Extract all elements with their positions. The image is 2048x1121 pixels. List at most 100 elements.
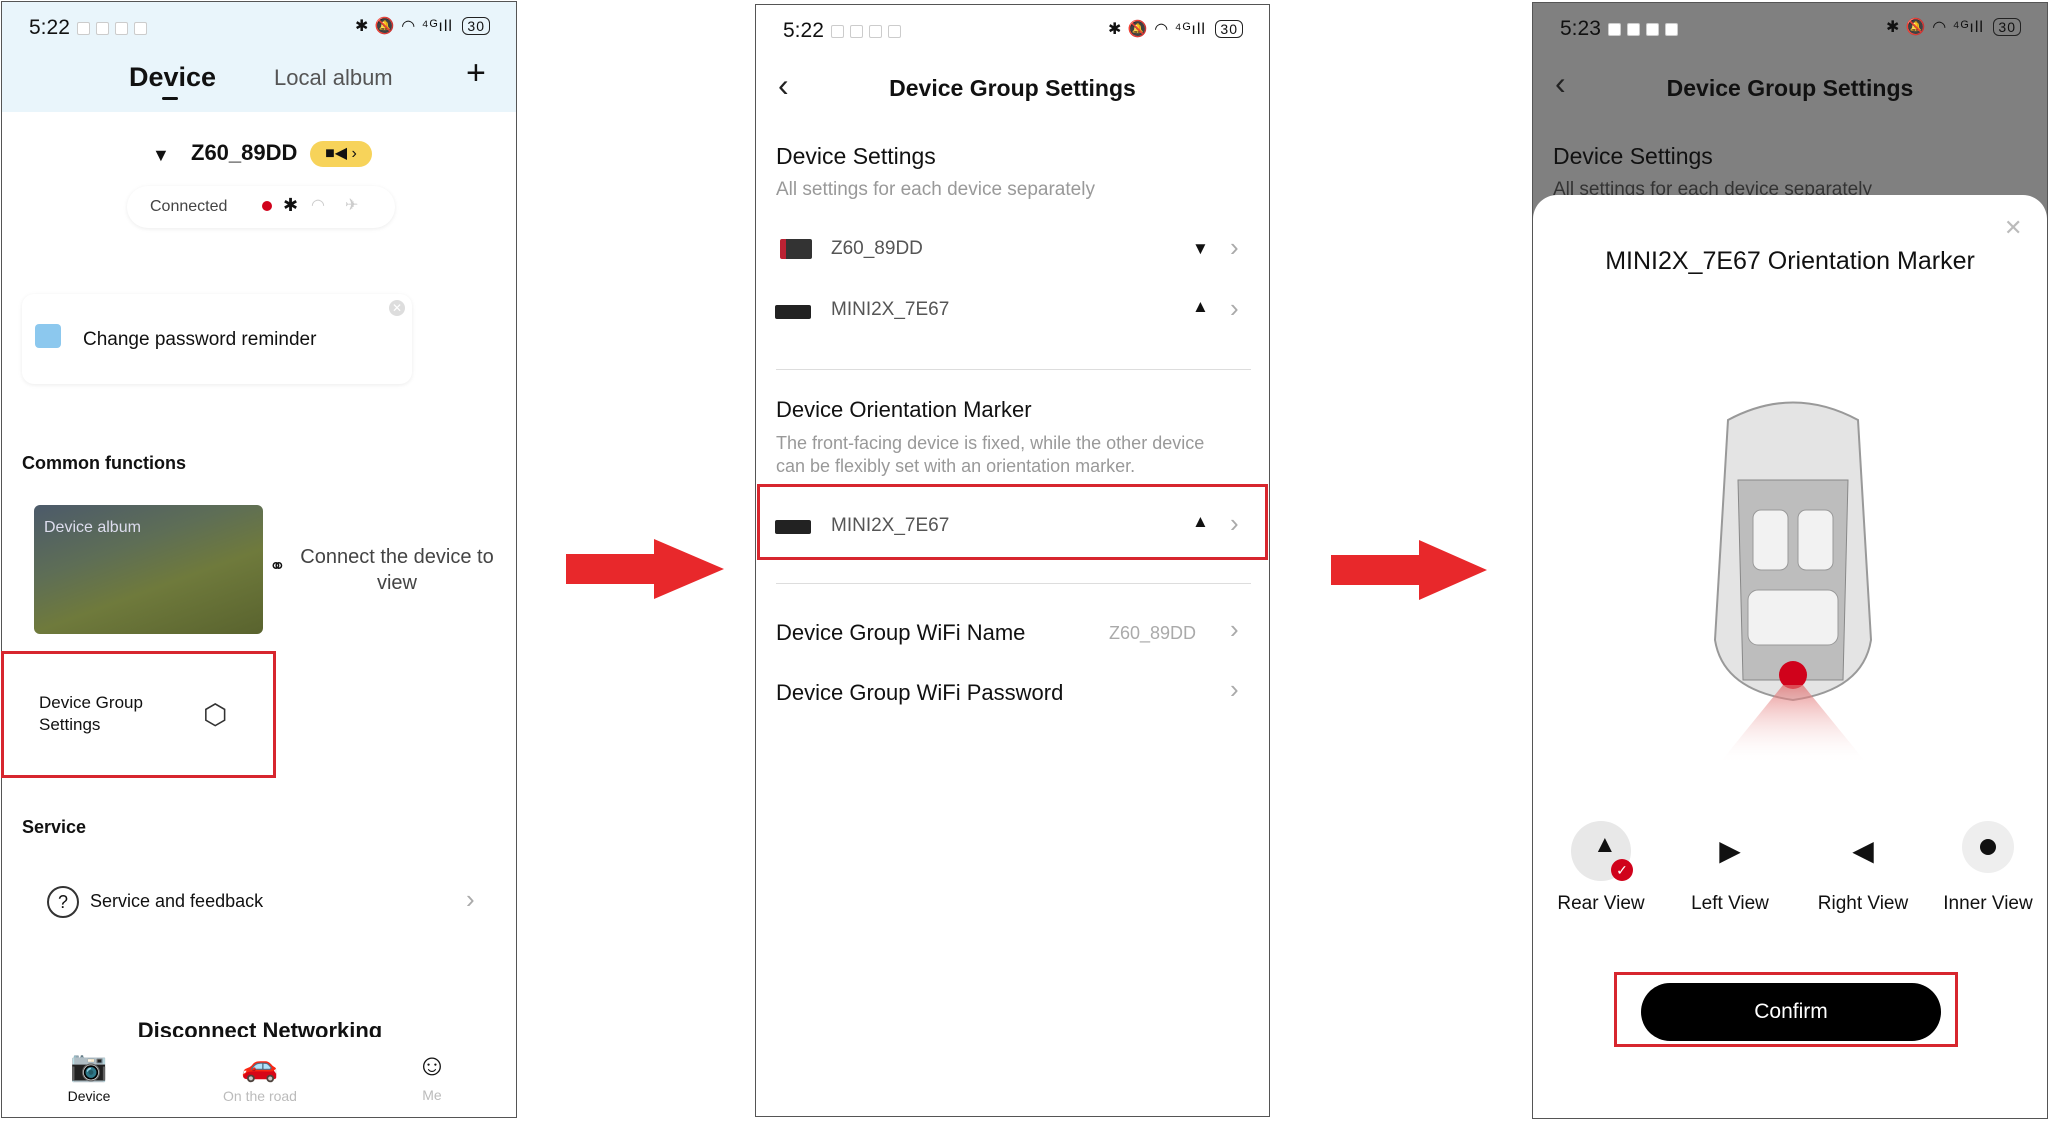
arrow-right-icon: [566, 539, 724, 599]
device-album-card[interactable]: Device album ⚭ Connect the device to vie…: [22, 494, 498, 644]
status-icons: ✱ 🔕 ◠ ⁴ᴳıll 30: [355, 16, 490, 36]
check-icon: ✓: [1611, 859, 1633, 881]
help-icon: ?: [47, 886, 79, 918]
notification-icons: [831, 25, 901, 38]
sheet-title: MINI2X_7E67 Orientation Marker: [1605, 247, 1975, 275]
common-functions-title: Common functions: [22, 453, 186, 473]
wifi-password-row[interactable]: Device Group WiFi Password ›: [756, 670, 1269, 720]
status-time: 5:22: [29, 16, 70, 39]
right-view-icon: ◀: [1852, 835, 1874, 866]
divider: [776, 583, 1251, 584]
highlight-box-confirm: [1614, 972, 1958, 1047]
rear-view-icon: ▲: [1192, 297, 1209, 316]
divider: [776, 369, 1251, 370]
device-name: Z60_89DD: [191, 140, 298, 165]
orientation-subtitle: The front-facing device is fixed, while …: [776, 433, 1205, 453]
front-camera-icon: ▼: [1192, 239, 1209, 258]
car-icon: 🚗: [241, 1050, 279, 1083]
device-album-label: Device album: [44, 519, 141, 536]
status-time: 5:23: [1560, 17, 1601, 40]
dashcam-icon: [780, 239, 812, 259]
close-icon[interactable]: ✕: [2004, 215, 2022, 241]
device-settings-subtitle: All settings for each device separately: [776, 179, 1095, 200]
tab-indicator: [162, 97, 178, 100]
connection-pill: Connected ✱ ◠ ✈: [127, 186, 395, 228]
device-name: MINI2X_7E67: [831, 299, 950, 320]
nav-device[interactable]: 📷 Device: [54, 1049, 124, 1104]
status-icons: ✱ 🔕 ◠ ⁴ᴳıll 30: [1108, 19, 1243, 39]
highlight-box-group-settings: [1, 651, 276, 778]
status-bar: 5:22 ✱ 🔕 ◠ ⁴ᴳıll 30: [756, 5, 1269, 55]
screen-device-home: 5:22 ✱ 🔕 ◠ ⁴ᴳıll 30 Device Local album +…: [1, 1, 517, 1118]
connection-status: Connected: [150, 198, 228, 215]
chevron-right-icon: ›: [1230, 232, 1239, 262]
status-time: 5:22: [783, 19, 824, 42]
orientation-subtitle: can be flexibly set with an orientation …: [776, 456, 1136, 476]
nav-me-label: Me: [422, 1087, 442, 1103]
service-feedback-label: Service and feedback: [90, 891, 264, 911]
bottom-nav: 📷 Device 🚗 On the road ☺ Me: [2, 1037, 516, 1117]
device-row[interactable]: MINI2X_7E67 ▲ ›: [756, 289, 1269, 341]
close-icon[interactable]: ✕: [389, 300, 405, 316]
inner-view-icon: [1962, 821, 2014, 873]
tab-device[interactable]: Device: [129, 62, 216, 93]
chevron-right-icon: ›: [1230, 614, 1239, 644]
dashcam-icon: ▼: [152, 145, 170, 165]
bluetooth-icon: ✱: [283, 195, 299, 215]
device-settings-title: Device Settings: [776, 143, 936, 169]
face-icon: ☺: [416, 1049, 448, 1082]
camera-icon: 📷: [70, 1050, 108, 1083]
nav-road-label: On the road: [223, 1088, 297, 1104]
tab-local-album[interactable]: Local album: [274, 65, 393, 91]
nav-device-label: Device: [67, 1088, 111, 1104]
service-title: Service: [22, 817, 87, 837]
view-option-right[interactable]: ◀ Right View: [1808, 821, 1918, 915]
view-option-inner[interactable]: Inner View: [1938, 821, 2038, 915]
arrow-right-icon: [1331, 540, 1487, 600]
screen-orientation-marker: 5:23 ✱ 🔕 ◠ ⁴ᴳıll 30 ‹ Device Group Setti…: [1532, 2, 2048, 1119]
status-bar: 5:22 ✱ 🔕 ◠ ⁴ᴳıll 30: [2, 2, 516, 52]
status-bar: 5:23 ✱ 🔕 ◠ ⁴ᴳıll 30: [1533, 3, 2047, 53]
bg-section-title: Device Settings: [1553, 143, 1713, 169]
battery-icon: 30: [1993, 18, 2021, 36]
connect-text: Connect the device to view: [300, 546, 494, 594]
view-label: Rear View: [1557, 893, 1645, 914]
wifi-name-label: Device Group WiFi Name: [776, 620, 1026, 645]
view-label: Inner View: [1943, 893, 2033, 914]
reminder-text: Change password reminder: [83, 329, 317, 350]
page-title: Device Group Settings: [889, 75, 1136, 101]
chevron-right-icon: ›: [1230, 674, 1239, 704]
status-icons: ✱ 🔕 ◠ ⁴ᴳıll 30: [1886, 17, 2021, 37]
screen-device-group-settings: 5:22 ✱ 🔕 ◠ ⁴ᴳıll 30 ‹ Device Group Setti…: [755, 4, 1270, 1117]
wifi-name-value: Z60_89DD: [1109, 623, 1197, 643]
view-option-left[interactable]: ▶ Left View: [1680, 821, 1780, 915]
recording-dot-icon: [262, 201, 272, 211]
car-diagram: [1713, 401, 1873, 765]
wifi-name-row[interactable]: Device Group WiFi Name Z60_89DD ›: [756, 610, 1269, 660]
nav-on-the-road[interactable]: 🚗 On the road: [210, 1049, 310, 1104]
device-name: Z60_89DD: [831, 238, 923, 259]
password-reminder-card[interactable]: Change password reminder ✕: [22, 294, 412, 384]
notification-icons: [1608, 23, 1678, 36]
view-option-rear[interactable]: ▲ ✓ Rear View: [1551, 821, 1651, 915]
link-icon: ⚭: [269, 556, 286, 578]
nav-me[interactable]: ☺ Me: [402, 1049, 462, 1103]
left-view-icon: ▶: [1719, 835, 1741, 866]
view-label: Left View: [1691, 893, 1769, 914]
view-options: ▲ ✓ Rear View ▶ Left View ◀ Right View I…: [1533, 821, 2047, 941]
device-row[interactable]: Z60_89DD ▼ ›: [756, 227, 1269, 279]
orientation-title: Device Orientation Marker: [776, 397, 1032, 422]
battery-icon: 30: [462, 17, 490, 35]
lock-icon: [35, 324, 61, 348]
service-feedback-row[interactable]: ? Service and feedback ›: [22, 858, 498, 944]
page-title: Device Group Settings: [1666, 75, 1914, 101]
record-badge[interactable]: ■◀ ›: [310, 141, 372, 167]
highlight-box-orientation-row: [757, 484, 1268, 560]
view-label: Right View: [1817, 893, 1909, 914]
add-device-button[interactable]: +: [466, 54, 486, 93]
gps-icon: ✈: [345, 197, 359, 214]
album-thumbnail: Device album: [34, 505, 263, 634]
chevron-right-icon: ›: [466, 884, 475, 914]
chevron-right-icon: ›: [1230, 293, 1239, 323]
mini-cam-icon: [775, 305, 811, 319]
